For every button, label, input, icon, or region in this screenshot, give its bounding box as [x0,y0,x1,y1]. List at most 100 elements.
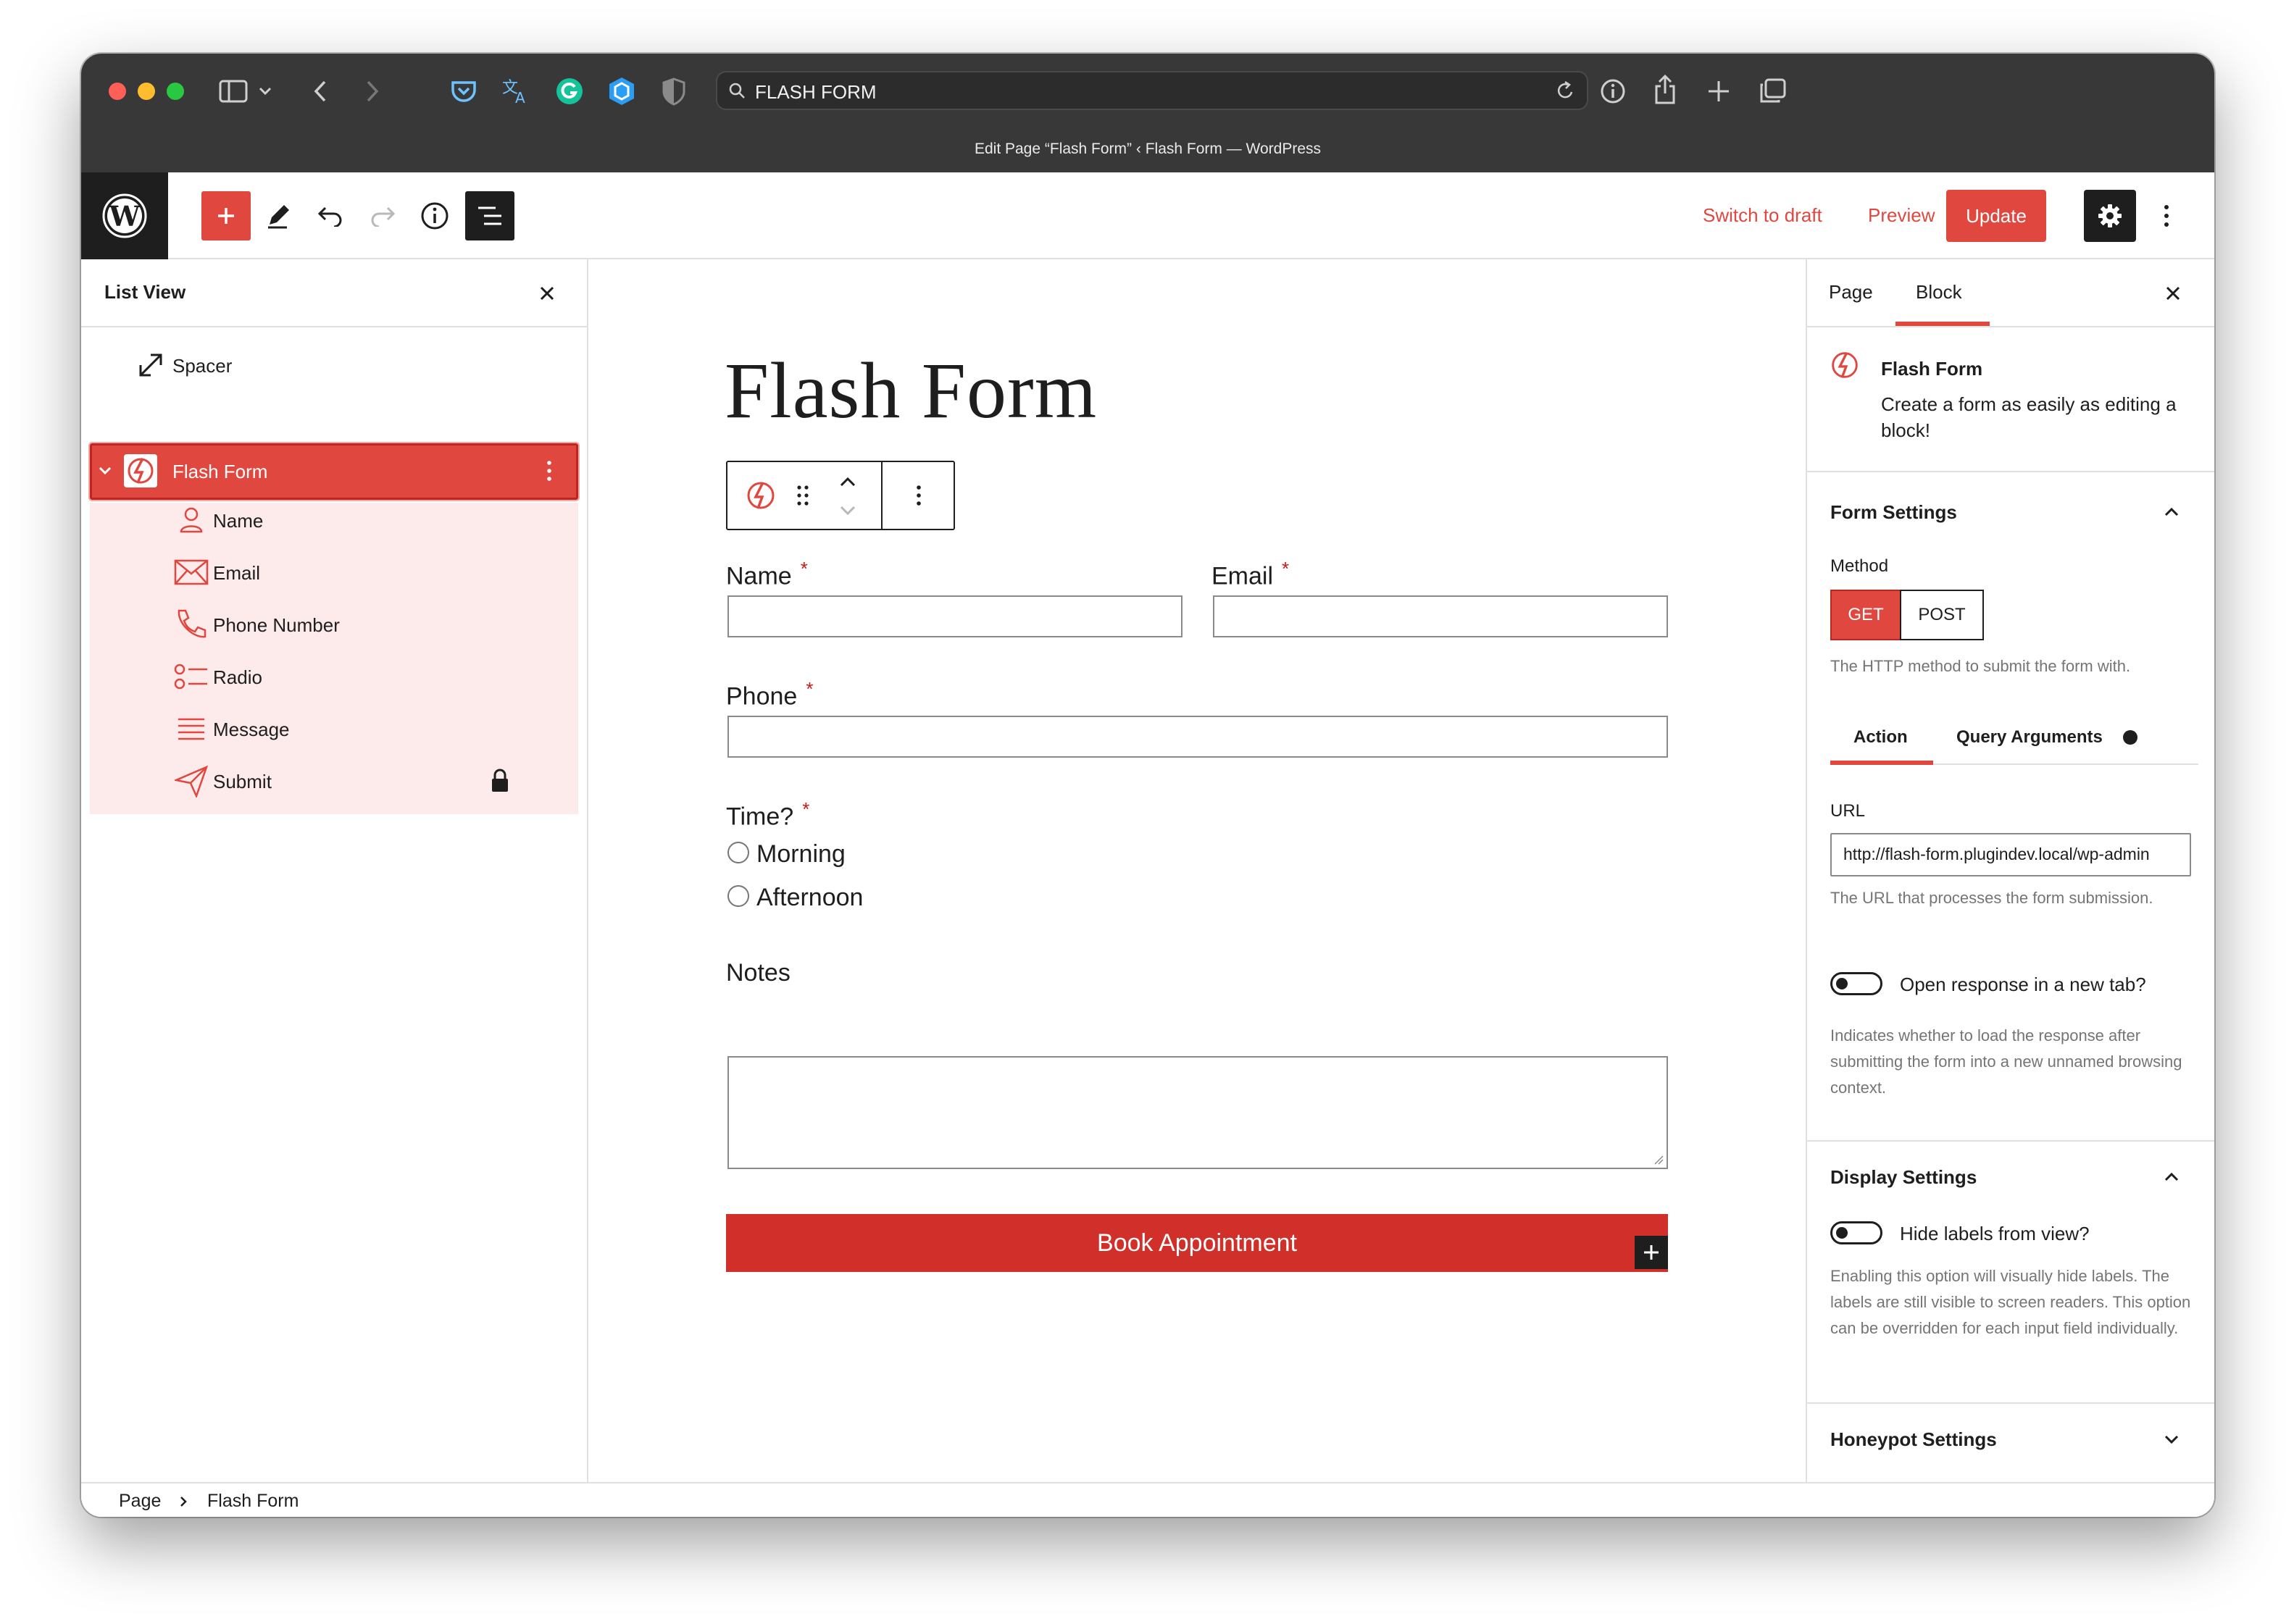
chevron-up-icon[interactable] [2159,500,2184,524]
close-list-view-icon[interactable] [535,281,559,306]
settings-sidebar: Page Block Flash Form Create a form as e… [1806,259,2214,1482]
radio-label-morning: Morning [756,840,846,868]
subtab-query-arguments[interactable]: Query Arguments [1956,727,2103,748]
update-button[interactable]: Update [1946,190,2046,242]
form-settings-title[interactable]: Form Settings [1830,501,1957,524]
flash-form-block-icon[interactable] [741,475,781,516]
method-get-button[interactable]: GET [1830,590,1901,640]
tab-block[interactable]: Block [1916,281,1962,304]
method-post-button[interactable]: POST [1900,590,1984,640]
add-block-button[interactable] [201,191,251,240]
forward-icon[interactable] [358,77,387,106]
person-icon [172,501,210,539]
inline-add-block-icon[interactable] [1635,1236,1668,1269]
close-window-button[interactable] [109,83,126,100]
pocket-icon[interactable] [448,75,480,107]
svg-text:A: A [515,89,525,106]
url-text: FLASH FORM [755,81,877,103]
close-sidebar-icon[interactable] [2161,281,2185,306]
new-tab-toggle-label: Open response in a new tab? [1900,974,2146,995]
chevron-up-icon[interactable] [2159,1165,2184,1189]
book-appointment-button[interactable]: Book Appointment [726,1214,1668,1272]
send-icon [172,762,210,800]
drag-handle-icon[interactable] [790,480,816,511]
new-tab-help-text: Indicates whether to load the response a… [1830,1026,2182,1097]
sidebar-toggle-icon[interactable] [217,75,249,107]
breadcrumb: Page Flash Form [81,1482,2214,1517]
email-field-label: Email * [1211,558,1290,590]
breadcrumb-chevron-icon [175,1492,191,1511]
address-bar[interactable]: FLASH FORM [716,71,1588,110]
list-item-radio[interactable]: Radio [90,650,578,703]
hide-labels-toggle[interactable] [1830,1221,1882,1244]
share-icon[interactable] [1649,72,1681,107]
page-title[interactable]: Flash Form [725,345,1097,437]
name-input[interactable] [727,595,1183,637]
details-info-icon[interactable] [410,191,459,240]
list-item-email[interactable]: Email [90,546,578,598]
radio-morning[interactable] [727,842,749,863]
back-icon[interactable] [306,77,335,106]
lines-icon [172,710,210,748]
active-tab-indicator [1895,322,1990,326]
maximize-window-button[interactable] [167,83,184,100]
chevron-down-icon[interactable] [255,81,275,101]
info-icon[interactable] [1597,75,1629,107]
spacer-icon [132,346,170,384]
required-asterisk: * [1282,558,1290,579]
new-tab-icon[interactable] [1703,75,1735,107]
move-up-icon[interactable] [835,471,861,493]
preview-button[interactable]: Preview [1868,204,1935,227]
move-down-icon[interactable] [835,500,861,522]
breadcrumb-page[interactable]: Page [119,1491,161,1512]
flash-form-icon [122,452,159,490]
chevron-down-icon[interactable] [2159,1427,2184,1452]
honeypot-settings-title[interactable]: Honeypot Settings [1830,1428,1997,1451]
new-tab-toggle[interactable] [1830,972,1882,995]
subtab-action[interactable]: Action [1853,727,1908,748]
list-item-flash-form[interactable]: Flash Form [90,445,578,497]
display-settings-title[interactable]: Display Settings [1830,1166,1977,1189]
tab-overview-icon[interactable] [1756,75,1788,107]
list-item-label: Name [213,510,264,532]
list-item-message[interactable]: Message [90,703,578,755]
notes-textarea[interactable] [727,1056,1668,1169]
minimize-window-button[interactable] [138,83,155,100]
privacy-shield-icon[interactable] [658,75,690,107]
undo-icon[interactable] [306,191,355,240]
reload-icon[interactable] [1555,80,1577,101]
list-item-label: Email [213,562,261,584]
list-item-spacer[interactable]: Spacer [90,339,578,391]
email-input[interactable] [1213,595,1668,637]
chevron-down-icon[interactable] [96,452,114,490]
extension-hex-icon[interactable] [606,75,638,107]
resize-handle-icon[interactable] [1653,1155,1664,1165]
phone-input[interactable] [727,716,1668,758]
settings-gear-icon[interactable] [2084,190,2136,242]
translate-icon[interactable]: 文A [500,75,532,107]
list-item-label: Spacer [172,355,233,377]
switch-to-draft-button[interactable]: Switch to draft [1703,204,1822,227]
breadcrumb-flash-form[interactable]: Flash Form [207,1491,299,1512]
wordpress-logo-icon[interactable]: W [81,172,168,259]
radio-list-icon [172,658,210,695]
list-item-submit[interactable]: Submit [90,755,578,807]
list-item-name[interactable]: Name [90,494,578,546]
toolbar-divider [881,462,883,529]
block-options-kebab-icon[interactable] [904,480,933,511]
options-kebab-icon[interactable] [2152,191,2181,240]
row-options-kebab-icon[interactable] [535,452,564,490]
list-item-phone-number[interactable]: Phone Number [90,598,578,650]
phone-icon [172,606,210,643]
url-label: URL [1830,801,1866,821]
url-input[interactable]: http://flash-form.plugindev.local/wp-adm… [1830,833,2191,876]
radio-afternoon[interactable] [727,885,749,907]
list-view-toggle-button[interactable] [465,191,514,240]
tab-page[interactable]: Page [1829,281,1873,304]
redo-icon[interactable] [358,191,407,240]
grammarly-icon[interactable] [554,75,585,107]
browser-window: 文A FLASH FORM Edit Page “Flash Form” ‹ F… [81,54,2214,1517]
tools-pencil-icon[interactable] [254,191,303,240]
list-item-label: Radio [213,666,262,688]
block-toolbar [726,461,955,530]
